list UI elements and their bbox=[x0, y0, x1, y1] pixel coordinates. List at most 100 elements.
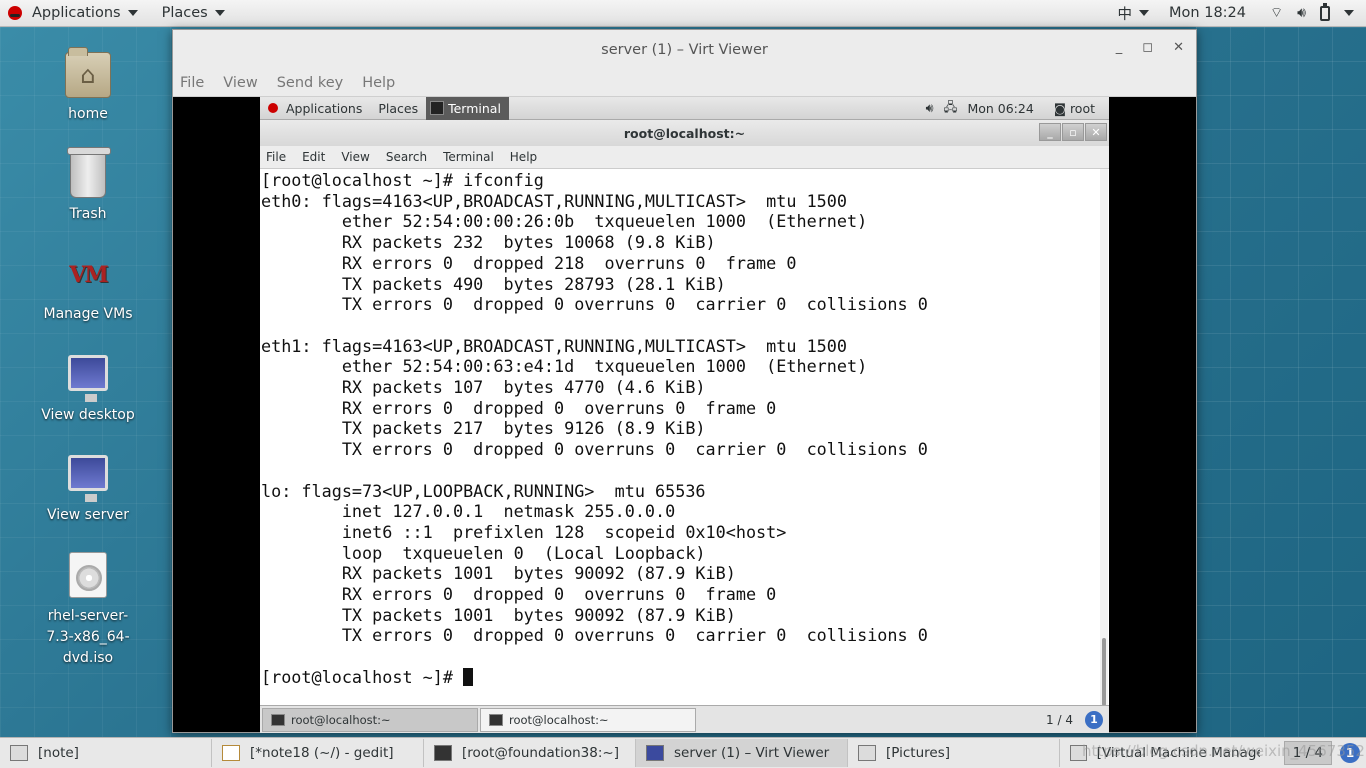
terminal-line: inet 127.0.0.1 netmask 255.0.0.0 bbox=[261, 501, 676, 522]
terminal-line: TX packets 490 bytes 28793 (28.1 KiB) bbox=[261, 273, 726, 294]
network-icon[interactable]: 🖧 bbox=[944, 98, 958, 119]
guest-workspace-pager[interactable]: 1 / 4 bbox=[1046, 713, 1073, 727]
terminal-line: ether 52:54:00:00:26:0b txqueuelen 1000 … bbox=[261, 211, 868, 232]
terminal-prompt-line: [root@localhost ~]# bbox=[261, 667, 928, 688]
desktop-icon-view-desktop[interactable]: View desktop bbox=[23, 355, 153, 423]
taskbar-item-terminal[interactable]: [root@foundation38:~] bbox=[424, 739, 636, 767]
terminal-line: eth0: flags=4163<UP,BROADCAST,RUNNING,MU… bbox=[261, 190, 847, 211]
taskbar-item-label: [Pictures] bbox=[886, 745, 950, 761]
desktop-icon-manage-vms[interactable]: VM Manage VMs bbox=[23, 252, 153, 322]
monitor-icon bbox=[68, 355, 108, 402]
taskbar-item-pictures[interactable]: [Pictures] bbox=[848, 739, 1060, 767]
maximize-icon[interactable]: ▫ bbox=[1062, 123, 1084, 141]
guest-task-label: root@localhost:~ bbox=[291, 712, 391, 727]
applications-menu-label: Applications bbox=[32, 5, 121, 21]
terminal-menu-terminal[interactable]: Terminal bbox=[443, 150, 494, 164]
volume-icon[interactable]: 🔊︎ bbox=[926, 100, 934, 116]
terminal-menu-view[interactable]: View bbox=[341, 150, 369, 164]
taskbar-item-virt-manager[interactable]: [Virtual Machine Manager] bbox=[1060, 739, 1260, 767]
guest-clock[interactable]: Mon 06:24 bbox=[967, 101, 1033, 116]
terminal-titlebar[interactable]: root@localhost:~ _ ▫ ✕ bbox=[260, 120, 1109, 146]
taskbar-item-virt-viewer[interactable]: server (1) – Virt Viewer bbox=[636, 739, 848, 767]
user-menu[interactable]: ◙ root bbox=[1054, 101, 1095, 116]
terminal-scrollbar[interactable] bbox=[1100, 169, 1108, 706]
terminal-line: eth1: flags=4163<UP,BROADCAST,RUNNING,MU… bbox=[261, 335, 847, 356]
virt-manager-icon bbox=[1070, 745, 1087, 761]
close-icon[interactable]: ✕ bbox=[1173, 40, 1184, 55]
terminal-line: lo: flags=73<UP,LOOPBACK,RUNNING> mtu 65… bbox=[261, 480, 706, 501]
workspace-pager[interactable]: 1 / 4 bbox=[1283, 741, 1332, 765]
desktop-icon-label: Manage VMs bbox=[43, 306, 133, 322]
battery-icon[interactable] bbox=[1320, 2, 1330, 21]
info-icon[interactable]: 1 bbox=[1085, 710, 1103, 729]
desktop-icon-iso[interactable]: rhel-server-7.3-x86_64-dvd.iso bbox=[23, 552, 153, 669]
terminal-line: RX packets 1001 bytes 90092 (87.9 KiB) bbox=[261, 563, 736, 584]
desktop-icon-label: rhel-server-7.3-x86_64-dvd.iso bbox=[46, 608, 130, 666]
desktop-icon-home[interactable]: home bbox=[23, 47, 153, 122]
input-method-label: 中 bbox=[1117, 6, 1133, 23]
redhat-icon bbox=[8, 6, 22, 20]
maximize-icon[interactable]: ◻ bbox=[1142, 40, 1153, 55]
desktop-icon-view-server[interactable]: View server bbox=[23, 455, 153, 523]
guest-applications-menu[interactable]: Applications bbox=[260, 97, 370, 120]
host-taskbar: [note] [*note18 (~/) - gedit] [root@foun… bbox=[0, 737, 1366, 768]
scrollbar-thumb[interactable] bbox=[1102, 638, 1106, 706]
trash-icon bbox=[67, 147, 111, 198]
guest-display[interactable]: Applications Places Terminal 🔊︎ 🖧 Mon 06… bbox=[260, 96, 1109, 733]
folder-icon bbox=[858, 745, 876, 761]
guest-places-menu[interactable]: Places bbox=[370, 97, 426, 120]
menu-file[interactable]: File bbox=[180, 75, 204, 91]
system-menu-chevron-icon[interactable] bbox=[1344, 10, 1354, 16]
folder-icon bbox=[10, 745, 28, 761]
taskbar-item-label: [*note18 (~/) - gedit] bbox=[250, 745, 394, 761]
wifi-icon[interactable]: ⌔ bbox=[1270, 4, 1283, 22]
close-icon[interactable]: ✕ bbox=[1085, 123, 1107, 141]
user-name: root bbox=[1069, 100, 1095, 116]
info-icon[interactable]: 1 bbox=[1340, 743, 1360, 763]
volume-icon[interactable]: 🔊︎ bbox=[1297, 5, 1306, 21]
terminal-line: TX errors 0 dropped 0 overruns 0 carrier… bbox=[261, 439, 928, 460]
terminal-menubar: File Edit View Search Terminal Help bbox=[260, 146, 1109, 169]
taskbar-item-gedit[interactable]: [*note18 (~/) - gedit] bbox=[212, 739, 424, 767]
chevron-down-icon bbox=[127, 10, 138, 16]
text-editor-icon bbox=[222, 745, 240, 761]
terminal-menu-search[interactable]: Search bbox=[386, 150, 427, 164]
guest-task-terminal-2[interactable]: root@localhost:~ bbox=[480, 707, 696, 732]
window-titlebar[interactable]: server (1) – Virt Viewer _ ◻ ✕ bbox=[173, 30, 1196, 69]
minimize-icon[interactable]: _ bbox=[1039, 123, 1061, 141]
places-menu[interactable]: Places bbox=[154, 0, 233, 27]
window-title: server (1) – Virt Viewer bbox=[601, 41, 768, 58]
terminal-text: [root@localhost ~]# ifconfig eth0: flags=… bbox=[261, 170, 928, 688]
menu-help[interactable]: Help bbox=[362, 75, 395, 91]
desktop-icon-trash[interactable]: Trash bbox=[23, 147, 153, 222]
taskbar-item-label: [Virtual Machine Manager] bbox=[1096, 745, 1260, 761]
terminal-line: RX errors 0 dropped 0 overruns 0 frame 0 bbox=[261, 584, 777, 605]
monitor-icon bbox=[68, 455, 108, 502]
host-top-bar: Applications Places 中 Mon 18:24 ⌔ 🔊︎ bbox=[0, 0, 1366, 27]
terminal-menu-help[interactable]: Help bbox=[510, 150, 537, 164]
guest-applications-label: Applications bbox=[286, 100, 363, 116]
home-folder-icon bbox=[65, 47, 111, 98]
taskbar-item-note[interactable]: [note] bbox=[0, 739, 212, 767]
terminal-cursor bbox=[463, 667, 474, 686]
terminal-menu-file[interactable]: File bbox=[266, 150, 286, 164]
desktop-icon-label: home bbox=[68, 106, 108, 122]
menu-send-key[interactable]: Send key bbox=[277, 75, 344, 91]
terminal-output[interactable]: [root@localhost ~]# ifconfig eth0: flags=… bbox=[260, 169, 1109, 706]
wallpaper-pattern bbox=[1196, 27, 1366, 737]
terminal-menu-edit[interactable]: Edit bbox=[302, 150, 325, 164]
virt-viewer-window: server (1) – Virt Viewer _ ◻ ✕ File View… bbox=[172, 29, 1197, 733]
guest-terminal-task[interactable]: Terminal bbox=[426, 96, 509, 120]
terminal-line: loop txqueuelen 0 (Local Loopback) bbox=[261, 542, 706, 563]
applications-menu[interactable]: Applications bbox=[0, 0, 146, 27]
menu-view[interactable]: View bbox=[223, 75, 257, 91]
guest-top-panel: Applications Places Terminal 🔊︎ 🖧 Mon 06… bbox=[260, 96, 1109, 120]
guest-task-terminal-1[interactable]: root@localhost:~ bbox=[262, 707, 478, 732]
desktop-icon-label: Trash bbox=[69, 206, 107, 222]
clock[interactable]: Mon 18:24 bbox=[1169, 5, 1246, 21]
input-method-indicator[interactable]: 中 bbox=[1118, 3, 1150, 24]
terminal-line: RX errors 0 dropped 218 overruns 0 frame… bbox=[261, 252, 797, 273]
terminal-icon bbox=[489, 713, 503, 726]
minimize-icon[interactable]: _ bbox=[1116, 40, 1123, 55]
